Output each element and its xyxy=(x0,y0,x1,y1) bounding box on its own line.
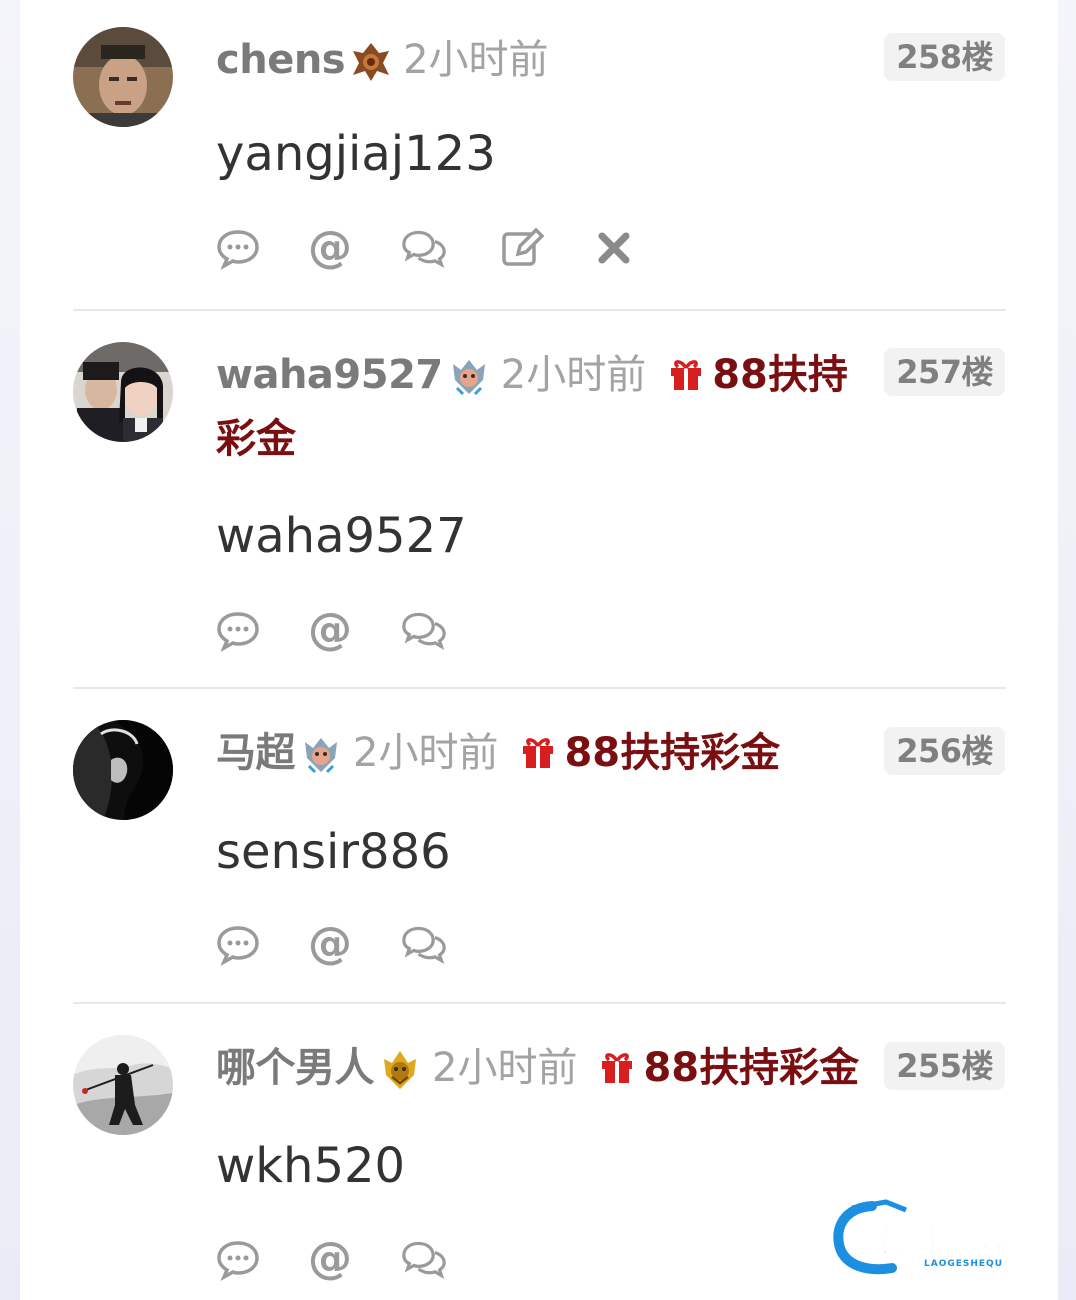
mention-icon[interactable]: @ xyxy=(308,922,352,966)
gift-icon xyxy=(668,356,704,392)
gift-label: 88扶持彩金 xyxy=(520,730,780,776)
comment-header: chens 2小时前 xyxy=(216,28,866,92)
silver-badge-icon xyxy=(299,732,343,776)
avatar[interactable] xyxy=(73,27,173,127)
floor-number: 257楼 xyxy=(884,348,1005,396)
comment-list: chens 2小时前 258楼 yangjiaj123 @ waha9527 2… xyxy=(20,0,1058,1300)
comments-icon[interactable] xyxy=(402,608,446,652)
gift-text: 88扶持彩金 xyxy=(643,1045,860,1091)
mention-icon[interactable]: @ xyxy=(308,608,352,652)
comment-actions: @ xyxy=(216,608,476,652)
comments-icon[interactable] xyxy=(402,226,446,270)
username[interactable]: waha9527 xyxy=(216,352,443,398)
post-time: 2小时前 xyxy=(403,37,549,83)
comments-icon[interactable] xyxy=(402,922,446,966)
comment-actions: @ xyxy=(216,226,636,270)
gold-badge-icon xyxy=(378,1047,422,1091)
comment-header: waha9527 2小时前 88扶持彩金 xyxy=(216,343,866,471)
post-time: 2小时前 xyxy=(500,352,647,398)
comment-header: 马超 2小时前 88扶持彩金 xyxy=(216,721,866,785)
gift-icon xyxy=(599,1049,635,1085)
comment-actions: @ xyxy=(216,922,476,966)
reply-icon[interactable] xyxy=(216,226,260,270)
comment-content: waha9527 xyxy=(216,508,467,564)
post-time: 2小时前 xyxy=(432,1045,578,1091)
reply-icon[interactable] xyxy=(216,608,260,652)
avatar[interactable] xyxy=(73,342,173,442)
edit-icon[interactable] xyxy=(500,226,544,270)
comments-icon[interactable] xyxy=(402,1237,446,1281)
floor-number: 258楼 xyxy=(884,33,1005,81)
svg-text:LAOGESHEQU: LAOGESHEQU xyxy=(924,1259,1003,1269)
gift-text: 88扶持彩金 xyxy=(564,730,781,776)
floor-number: 255楼 xyxy=(884,1042,1005,1090)
comment-content: yangjiaj123 xyxy=(216,126,496,182)
comment-content: sensir886 xyxy=(216,824,451,880)
right-edge xyxy=(1058,0,1076,1300)
mention-icon[interactable]: @ xyxy=(308,1237,352,1281)
comment-header: 哪个男人 2小时前 88扶持彩金 xyxy=(216,1036,866,1100)
username[interactable]: 马超 xyxy=(216,730,296,776)
watermark-logo: 老哥社区 LAOGESHEQU xyxy=(832,1198,1062,1278)
divider xyxy=(73,687,1006,689)
gift-label: 88扶持彩金 xyxy=(599,1045,859,1091)
left-edge xyxy=(0,0,20,1300)
floor-number: 256楼 xyxy=(884,727,1005,775)
avatar[interactable] xyxy=(73,1035,173,1135)
post-time: 2小时前 xyxy=(353,730,499,776)
mention-icon[interactable]: @ xyxy=(308,226,352,270)
comment-content: wkh520 xyxy=(216,1138,406,1194)
delete-icon[interactable] xyxy=(592,226,636,270)
comment-actions: @ xyxy=(216,1237,476,1281)
gift-icon xyxy=(520,734,556,770)
divider xyxy=(73,1002,1006,1004)
svg-text:老哥社区: 老哥社区 xyxy=(872,1221,1008,1261)
avatar[interactable] xyxy=(73,720,173,820)
silver-badge-icon xyxy=(447,354,491,398)
bronze-badge-icon xyxy=(349,39,393,83)
username[interactable]: chens xyxy=(216,37,346,83)
reply-icon[interactable] xyxy=(216,922,260,966)
reply-icon[interactable] xyxy=(216,1237,260,1281)
divider xyxy=(73,309,1006,311)
username[interactable]: 哪个男人 xyxy=(216,1045,375,1091)
